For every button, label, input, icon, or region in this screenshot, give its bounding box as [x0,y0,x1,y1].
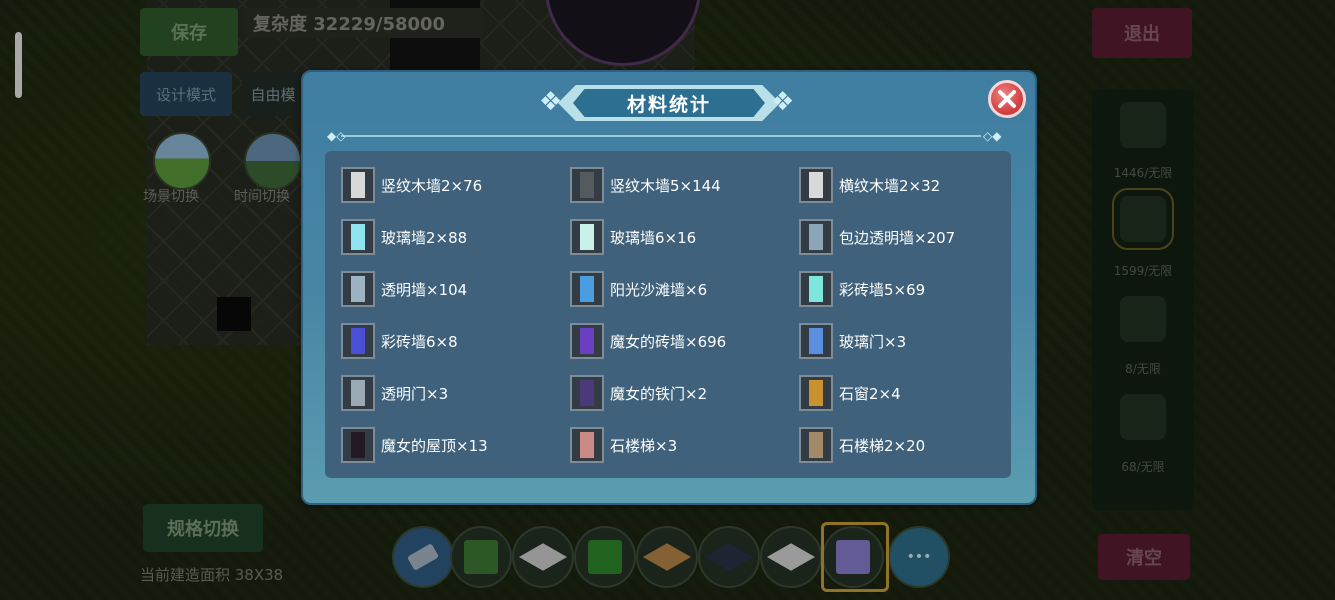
material-item: 玻璃墙2×88 [341,217,467,257]
material-item: 魔女的砖墙×696 [570,321,726,361]
material-item: 竖纹木墙5×144 [570,165,721,205]
material-label: 魔女的砖墙×696 [610,332,727,351]
vertical-wood-wall-icon [341,167,375,203]
transparent-door-icon [341,375,375,411]
title-left-ornament-icon: ❖ [539,87,563,117]
material-label: 魔女的屋顶×13 [381,436,488,455]
material-label: 竖纹木墙5×144 [610,176,721,195]
stone-window-icon [799,375,833,411]
material-item: 石楼梯2×20 [799,425,925,465]
material-label: 石楼梯×3 [610,436,678,455]
material-label: 透明门×3 [381,384,449,403]
material-item: 透明门×3 [341,373,448,413]
title-divider [341,135,981,137]
material-item: 玻璃门×3 [799,321,906,361]
colored-brick-wall-cyan-icon [799,271,833,307]
vertical-wood-wall-dark-icon [570,167,604,203]
edged-transparent-wall-icon [799,219,833,255]
material-item: 石窗2×4 [799,373,901,413]
material-item: 彩砖墙6×8 [341,321,458,361]
divider-ornament-icon: ◇◆ [983,129,1002,143]
transparent-wall-icon [341,271,375,307]
sunny-beach-wall-icon [570,271,604,307]
material-label: 包边透明墙×207 [839,228,956,247]
materials-list: 竖纹木墙2×76 竖纹木墙5×144 横纹木墙2×32 玻璃墙2×88 玻璃墙6×16 包… [325,151,1011,478]
stone-stairs-dark-icon [799,427,833,463]
material-item: 阳光沙滩墙×6 [570,269,707,309]
material-statistics-dialog: 材料统计 ❖ ❖ ◆◇ ◇◆ 竖纹木墙2×76 竖纹木墙5×144 横纹木墙2×32… [301,70,1037,505]
title-right-ornament-icon: ❖ [771,87,795,117]
material-item: 玻璃墙6×16 [570,217,696,257]
material-item: 包边透明墙×207 [799,217,955,257]
material-label: 竖纹木墙2×76 [381,176,483,195]
material-label: 透明墙×104 [381,280,468,299]
material-label: 阳光沙滩墙×6 [610,280,708,299]
material-label: 石窗2×4 [839,384,901,403]
material-label: 魔女的铁门×2 [610,384,708,403]
material-item: 魔女的铁门×2 [570,373,707,413]
witch-iron-gate-icon [570,375,604,411]
material-item: 竖纹木墙2×76 [341,165,482,205]
witch-roof-icon [341,427,375,463]
material-item: 横纹木墙2×32 [799,165,940,205]
glass-wall-light-icon [570,219,604,255]
divider-ornament-icon: ◆◇ [327,129,346,143]
material-label: 石楼梯2×20 [839,436,926,455]
material-label: 玻璃门×3 [839,332,907,351]
material-label: 彩砖墙6×8 [381,332,458,351]
close-icon [998,90,1016,108]
witch-brick-wall-icon [570,323,604,359]
material-label: 彩砖墙5×69 [839,280,926,299]
material-item: 石楼梯×3 [570,425,677,465]
material-label: 横纹木墙2×32 [839,176,941,195]
stone-stairs-icon [570,427,604,463]
dialog-title: 材料统计 [626,93,711,116]
horizontal-wood-wall-icon [799,167,833,203]
material-item: 透明墙×104 [341,269,467,309]
glass-door-icon [799,323,833,359]
material-label: 玻璃墙2×88 [381,228,468,247]
colored-brick-wall-blue-icon [341,323,375,359]
material-item: 彩砖墙5×69 [799,269,925,309]
material-label: 玻璃墙6×16 [610,228,697,247]
close-button[interactable] [988,80,1026,118]
material-item: 魔女的屋顶×13 [341,425,488,465]
glass-wall-icon [341,219,375,255]
